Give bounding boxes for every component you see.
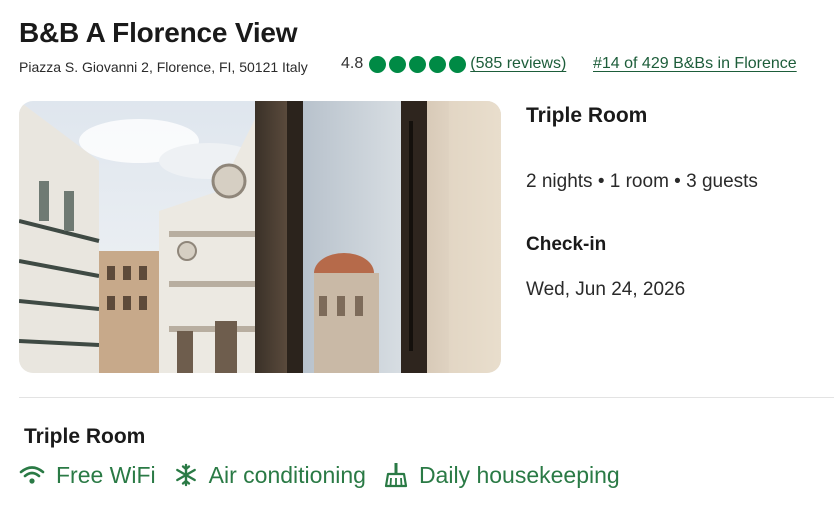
rating-bubble-icon	[369, 55, 387, 73]
booking-room-type: Triple Room	[526, 104, 648, 127]
amenity-item-wifi: Free WiFi	[19, 462, 156, 489]
ranking-link[interactable]: #14 of 429 B&Bs in Florence	[593, 53, 797, 75]
rating-bubble-icon	[409, 55, 427, 73]
amenity-item-air-conditioning: Air conditioning	[174, 462, 366, 489]
snowflake-icon	[175, 463, 196, 487]
amenity-item-housekeeping: Daily housekeeping	[384, 462, 620, 489]
amenity-label: Daily housekeeping	[418, 461, 620, 488]
broom-icon	[384, 463, 408, 488]
rating-value: 4.8	[341, 55, 364, 72]
room-section-title: Triple Room	[24, 425, 146, 448]
reviews-link[interactable]: (585 reviews)	[470, 55, 566, 73]
amenities-list: Free WiFi Air conditioning Daily houseke…	[19, 458, 638, 492]
checkin-date: Wed, Jun 24, 2026	[526, 279, 686, 300]
amenity-label: Free WiFi	[56, 461, 156, 488]
rating-bubble-icon	[449, 55, 467, 73]
rating-summary: 4.8 (585 reviews)	[341, 53, 566, 75]
duomo-view-image	[19, 101, 501, 373]
rating-bubble-icon	[429, 55, 447, 73]
wifi-icon	[19, 466, 45, 484]
rating-bubbles	[369, 55, 467, 73]
stay-summary: 2 nights • 1 room • 3 guests	[526, 171, 758, 192]
property-title: B&B A Florence View	[19, 17, 298, 48]
checkin-label: Check-in	[526, 234, 607, 255]
section-divider	[19, 397, 834, 398]
amenity-label: Air conditioning	[208, 461, 366, 488]
rating-bubble-icon	[389, 55, 407, 73]
property-address: Piazza S. Giovanni 2, Florence, FI, 5012…	[19, 59, 308, 75]
property-photo	[19, 101, 501, 373]
